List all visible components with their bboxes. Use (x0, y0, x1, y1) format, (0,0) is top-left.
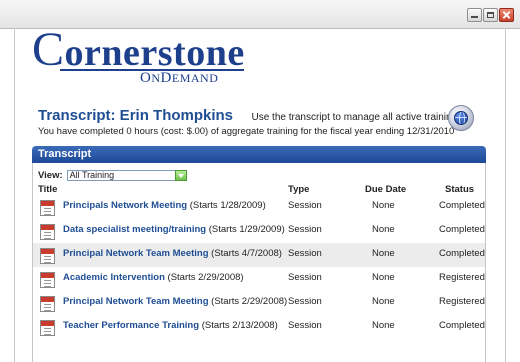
window-titlebar (0, 0, 520, 29)
training-due-date: None (372, 320, 395, 331)
table-row: Teacher Performance Training (Starts 2/1… (33, 315, 485, 339)
view-label: View: (38, 170, 63, 181)
logo-wordmark: Cornerstone (32, 23, 245, 76)
training-due-date: None (372, 272, 395, 283)
training-start-date: (Starts 1/29/2009) (208, 224, 285, 235)
training-due-date: None (372, 224, 395, 235)
training-type: Session (288, 272, 322, 283)
close-icon[interactable] (499, 8, 514, 22)
table-row: Academic Intervention (Starts 2/29/2008)… (33, 267, 485, 291)
column-header-type[interactable]: Type (288, 184, 309, 195)
training-start-date: (Starts 2/29/2008) (167, 272, 244, 283)
view-select[interactable]: All Training (66, 170, 187, 181)
training-title-link[interactable]: Data specialist meeting/training (63, 224, 206, 235)
training-status: Completed (439, 320, 485, 331)
calendar-icon (40, 320, 55, 336)
panel-title: Transcript (38, 148, 92, 160)
transcript-heading: Transcript: Erin Thompkins Use the trans… (38, 107, 460, 125)
training-title-link[interactable]: Principal Network Team Meeting (63, 296, 209, 307)
calendar-icon (40, 200, 55, 216)
training-title-link[interactable]: Principals Network Meeting (63, 200, 187, 211)
training-status: Registered (439, 296, 485, 307)
minimize-icon[interactable] (467, 8, 482, 22)
globe-icon[interactable] (448, 105, 474, 131)
transcript-table: Principals Network Meeting (Starts 1/28/… (33, 195, 485, 339)
training-start-date: (Starts 4/7/2008) (211, 248, 282, 259)
table-row: Principal Network Team Meeting (Starts 2… (33, 291, 485, 315)
training-type: Session (288, 200, 322, 211)
training-status: Completed (439, 248, 485, 259)
training-title-link[interactable]: Teacher Performance Training (63, 320, 199, 331)
training-title-link[interactable]: Academic Intervention (63, 272, 165, 283)
training-due-date: None (372, 248, 395, 259)
column-header-status[interactable]: Status (445, 184, 474, 195)
training-start-date: (Starts 2/13/2008) (201, 320, 278, 331)
table-row: Principal Network Team Meeting (Starts 4… (33, 243, 485, 267)
training-type: Session (288, 296, 322, 307)
training-status: Completed (439, 224, 485, 235)
page-title: Transcript: Erin Thompkins (38, 107, 234, 124)
calendar-icon (40, 272, 55, 288)
table-row: Principals Network Meeting (Starts 1/28/… (33, 195, 485, 219)
training-type: Session (288, 248, 322, 259)
training-status: Registered (439, 272, 485, 283)
training-due-date: None (372, 296, 395, 307)
column-header-title[interactable]: Title (38, 184, 57, 195)
logo-ondemand: ONDEMAND (140, 70, 219, 86)
window-controls (467, 8, 514, 22)
training-title-link[interactable]: Principal Network Team Meeting (63, 248, 209, 259)
view-filter: View: All Training (38, 170, 187, 181)
calendar-icon (40, 248, 55, 264)
chevron-down-icon[interactable] (174, 170, 187, 181)
training-summary: You have completed 0 hours (cost: $.00) … (38, 126, 455, 137)
view-selected-value: All Training (69, 170, 115, 180)
transcript-panel-header: Transcript (32, 146, 486, 163)
training-type: Session (288, 224, 322, 235)
training-due-date: None (372, 200, 395, 211)
maximize-icon[interactable] (483, 8, 498, 22)
cornerstone-logo: Cornerstone ONDEMAND (32, 23, 245, 87)
column-header-due-date[interactable]: Due Date (365, 184, 406, 195)
training-status: Completed (439, 200, 485, 211)
training-start-date: (Starts 2/29/2008) (211, 296, 288, 307)
table-row: Data specialist meeting/training (Starts… (33, 219, 485, 243)
calendar-icon (40, 296, 55, 312)
training-type: Session (288, 320, 322, 331)
calendar-icon (40, 224, 55, 240)
training-start-date: (Starts 1/28/2009) (189, 200, 266, 211)
page-description: Use the transcript to manage all active … (251, 112, 460, 123)
